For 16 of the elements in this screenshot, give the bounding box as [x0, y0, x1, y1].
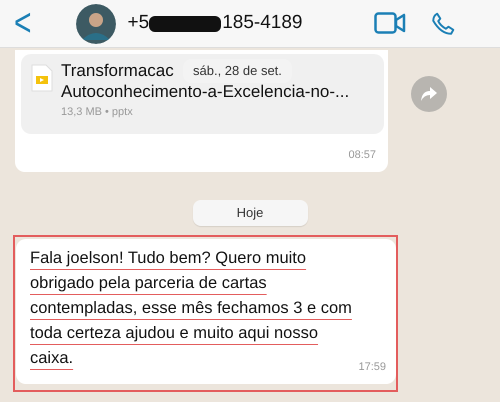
message-time: 08:57: [348, 149, 376, 161]
date-divider: Hoje: [192, 200, 308, 226]
presentation-file-icon: [31, 64, 53, 92]
message-bubble[interactable]: Fala joelson! Tudo bem? Quero muito obrigado pela parceria de cartas contempladas, esse mês fechamos 3 e com toda certeza ajudou e muito aqui nosso caixa. 17:59: [16, 238, 396, 384]
phone-number-end: 185-4189: [222, 11, 302, 36]
message-text: Fala joelson! Tudo bem? Quero muito obrigado pela parceria de cartas contempladas, esse mês fechamos 3 e com toda certeza ajudou e muito aqui nosso caixa.: [30, 248, 353, 368]
video-call-icon[interactable]: [374, 12, 406, 36]
back-button[interactable]: <: [10, 4, 36, 43]
forward-icon: [420, 86, 438, 102]
avatar[interactable]: [76, 4, 116, 44]
file-name: Autoconhecimento-a-Excelencia-no-...: [61, 81, 350, 102]
file-details: 13,3 MB • pptx: [61, 105, 134, 120]
message-time: 17:59: [358, 360, 386, 372]
phone-number-start: +5: [128, 11, 150, 36]
file-name: Transformacac: [61, 60, 174, 81]
phone-icon[interactable]: [430, 10, 456, 36]
